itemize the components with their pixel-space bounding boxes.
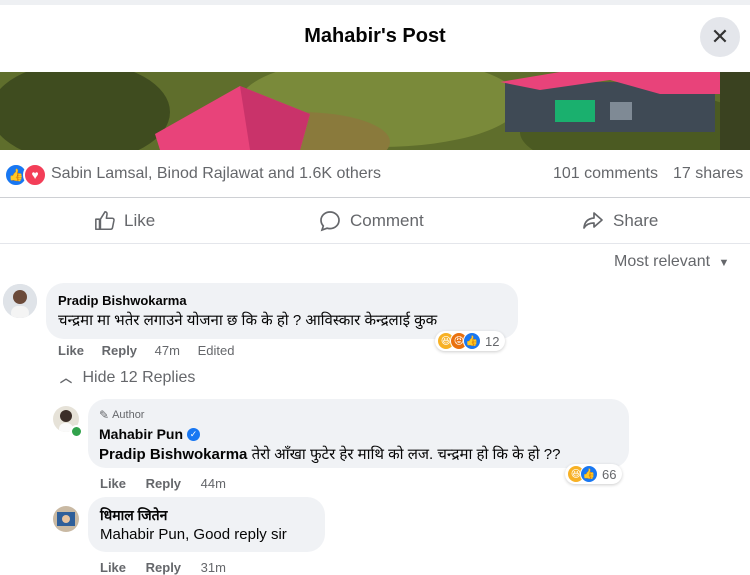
mention-link[interactable]: Mahabir Pun (100, 526, 185, 543)
commenter-name[interactable]: Mahabir Pun ✓ (99, 426, 201, 442)
reaction-count: 66 (602, 466, 617, 482)
caret-down-icon: ▼ (718, 257, 730, 269)
sort-dropdown[interactable]: Most relevant ▼ (614, 253, 729, 271)
comment-reactions[interactable]: 😆 👍 66 (565, 464, 623, 484)
share-button[interactable]: Share (581, 207, 658, 235)
reactions-summary[interactable]: Sabin Lamsal, Binod Rajlawat and 1.6K ot… (51, 165, 381, 183)
comment-body: , Good reply sir (185, 526, 287, 543)
comment-time[interactable]: 47m (155, 343, 180, 358)
close-icon: ✕ (710, 24, 730, 49)
chevron-up-icon: ︿ (60, 371, 73, 385)
edited-label: Edited (197, 343, 235, 358)
share-arrow-icon (583, 212, 603, 229)
love-reaction-icon: ♥ (23, 163, 47, 187)
close-button[interactable]: ✕ (700, 17, 740, 57)
commenter-name[interactable]: धिमाल जितेन (100, 506, 167, 525)
comment-button[interactable]: Comment (318, 207, 424, 235)
comment-label: Comment (350, 211, 424, 230)
commenter-name[interactable]: Pradip Bishwokarma (58, 293, 187, 308)
comment-body: तेरो आँखा फुटेर हेर माथि को लज. चन्द्रमा… (251, 446, 561, 463)
comment-text: चन्द्रमा मा भतेर लगाउने योजना छ कि के हो… (58, 312, 438, 329)
comment-text: Pradip Bishwokarma तेरो आँखा फुटेर हेर म… (99, 444, 560, 464)
comment-reactions[interactable]: 😆 😡 👍 12 (435, 331, 506, 351)
hide-replies-label: Hide 12 Replies (82, 369, 196, 386)
commenter-name-label: Mahabir Pun (99, 426, 184, 442)
hide-replies-button[interactable]: ︿ Hide 12 Replies (60, 369, 195, 387)
post-image-picture (0, 72, 750, 150)
comment-text: Mahabir Pun, Good reply sir (100, 526, 287, 543)
divider (0, 197, 750, 198)
comment-like-link[interactable]: Like (100, 476, 126, 491)
divider (0, 243, 750, 244)
author-badge-label: Author (112, 409, 145, 421)
sort-label: Most relevant (614, 253, 711, 270)
thumbs-up-icon (95, 211, 115, 231)
online-status-dot (70, 425, 83, 438)
avatar[interactable] (3, 284, 37, 318)
share-label: Share (613, 211, 659, 230)
like-reaction-icon: 👍 (463, 332, 481, 350)
top-strip (0, 0, 750, 5)
comment-bubble-icon (320, 211, 340, 232)
shares-count[interactable]: 17 shares (673, 165, 743, 183)
verified-badge-icon: ✓ (187, 427, 201, 441)
comment-time[interactable]: 44m (201, 476, 226, 491)
mention-link[interactable]: Pradip Bishwokarma (99, 446, 247, 463)
comment-like-link[interactable]: Like (58, 343, 84, 358)
comment-actions: Like Reply 44m (100, 476, 226, 491)
comment-reply-link[interactable]: Reply (146, 476, 181, 491)
avatar-picture (53, 506, 79, 532)
comment-actions: Like Reply 47m Edited (58, 343, 234, 358)
like-button[interactable]: Like (94, 207, 155, 235)
post-image[interactable] (0, 72, 750, 150)
like-reaction-icon: 👍 (580, 465, 598, 483)
comment-reply-link[interactable]: Reply (102, 343, 137, 358)
reaction-count: 12 (485, 333, 500, 349)
like-label: Like (124, 211, 156, 230)
pencil-icon: ✎ (99, 408, 110, 422)
comments-count[interactable]: 101 comments (553, 165, 658, 183)
reaction-icons[interactable]: 👍 ♥ (4, 163, 47, 187)
author-badge: ✎ Author (99, 408, 144, 422)
avatar-picture (3, 284, 37, 318)
avatar[interactable] (53, 506, 79, 532)
page-title: Mahabir's Post (304, 25, 446, 47)
